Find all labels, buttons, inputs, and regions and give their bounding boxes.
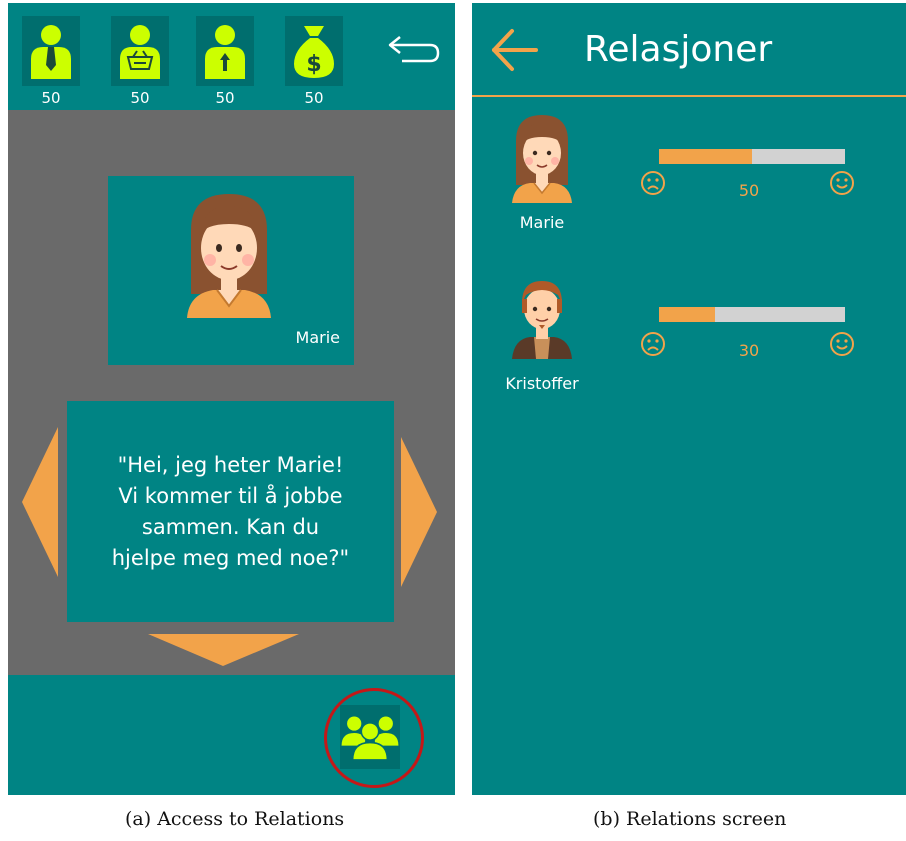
relation-value: 30 xyxy=(738,341,760,360)
next-arrow-icon[interactable] xyxy=(401,437,437,587)
worker-basket-icon xyxy=(120,25,160,79)
relation-value: 50 xyxy=(738,181,760,200)
resource-value: 50 xyxy=(41,89,61,107)
game-screen-left: 50 50 50 $ 50 Marie "Hei, jeg heter Mari… xyxy=(8,3,455,795)
marie-avatar xyxy=(187,194,271,318)
down-arrow-icon[interactable] xyxy=(148,634,299,666)
relation-name: Kristoffer xyxy=(505,374,579,393)
relation-bar xyxy=(659,149,845,164)
kristoffer-avatar xyxy=(512,281,572,359)
marie-avatar xyxy=(512,115,572,203)
resource-value: 50 xyxy=(215,89,235,107)
caption-left: (a) Access to Relations xyxy=(125,808,345,830)
relations-screen: Relasjoner Marie 50 Kristoffer 30 xyxy=(472,3,906,795)
undo-arrow-icon[interactable] xyxy=(386,33,442,69)
resource-money-button[interactable]: $ xyxy=(285,16,343,86)
dialogue-text: "Hei, jeg heter Marie! Vi kommer til å j… xyxy=(111,452,350,570)
back-arrow-icon[interactable] xyxy=(490,27,538,73)
caption-right: (b) Relations screen xyxy=(593,808,787,830)
character-name: Marie xyxy=(295,328,340,347)
resource-worker-basket-button[interactable] xyxy=(111,16,169,86)
worker-tie-icon xyxy=(31,25,71,79)
dialogue-box: "Hei, jeg heter Marie! Vi kommer til å j… xyxy=(67,401,394,622)
relation-bar-fill xyxy=(659,307,715,322)
relation-name: Marie xyxy=(519,213,565,232)
resource-value: 50 xyxy=(130,89,150,107)
highlight-ring xyxy=(324,688,424,788)
svg-text:$: $ xyxy=(306,52,321,77)
resource-bar: 50 50 50 $ 50 xyxy=(8,3,455,110)
character-card[interactable]: Marie xyxy=(108,176,354,365)
happy-face-icon xyxy=(830,171,854,195)
resource-worker-arrow-button[interactable] xyxy=(196,16,254,86)
worker-arrow-icon xyxy=(205,25,245,79)
page-title: Relasjoner xyxy=(584,29,773,70)
resource-value: 50 xyxy=(304,89,324,107)
relation-bar-fill xyxy=(659,149,752,164)
header: Relasjoner xyxy=(472,3,906,97)
resource-worker-tie-button[interactable] xyxy=(22,16,80,86)
relation-bar xyxy=(659,307,845,322)
money-bag-icon: $ xyxy=(294,26,334,78)
happy-face-icon xyxy=(830,332,854,356)
previous-arrow-icon[interactable] xyxy=(22,427,58,577)
sad-face-icon xyxy=(641,171,665,195)
sad-face-icon xyxy=(641,332,665,356)
